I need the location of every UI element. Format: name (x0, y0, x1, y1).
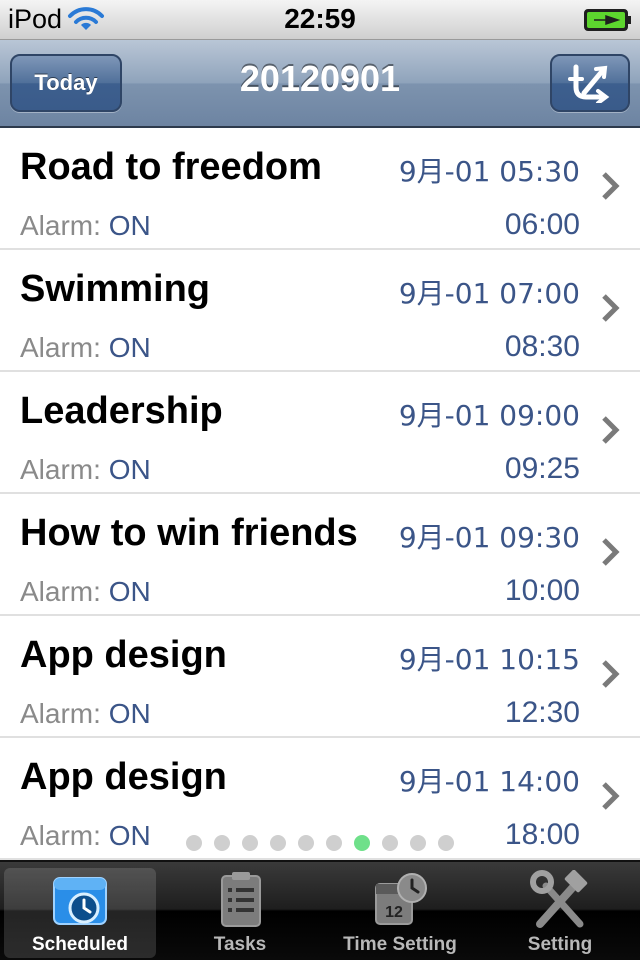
page-title: 20120901 (239, 58, 401, 99)
battery-charging-icon (584, 9, 631, 31)
alarm-label: Alarm: (20, 210, 101, 241)
item-start-time: 9月-01 05:30 (398, 155, 580, 188)
item-alarm: Alarm: ON (20, 332, 151, 364)
tab-label: Setting (527, 934, 593, 955)
item-start-time: 9月-01 07:00 (398, 277, 580, 310)
tab-setting[interactable]: Setting (480, 862, 640, 960)
item-title: How to win friends (20, 512, 358, 554)
item-start-time: 9月-01 14:00 (398, 765, 580, 798)
item-title: Leadership (20, 390, 223, 432)
tab-bar: Scheduled Tasks 12 Time Setting Setting (0, 860, 640, 960)
item-alarm: Alarm: ON (20, 820, 151, 852)
alarm-value: ON (108, 820, 151, 851)
item-title: Road to freedom (20, 146, 322, 188)
list-item[interactable]: How to win friends 9月-01 09:30 Alarm: ON… (0, 494, 640, 616)
tab-time-setting[interactable]: 12 Time Setting (320, 862, 480, 960)
page-dot (410, 835, 426, 851)
today-button[interactable]: Today (10, 54, 122, 112)
tab-label: Tasks (213, 934, 267, 955)
item-end-time: 10:00 (504, 574, 580, 607)
page-dot (242, 835, 258, 851)
page-dot (298, 835, 314, 851)
shuffle-icon (568, 64, 610, 103)
tab-label: Time Setting (343, 934, 457, 955)
chevron-right-icon (602, 660, 620, 688)
page-dot (382, 835, 398, 851)
hammer-wrench-icon (530, 870, 588, 928)
page-dot (214, 835, 230, 851)
alarm-value: ON (108, 210, 151, 241)
alarm-label: Alarm: (20, 698, 101, 729)
alarm-label: Alarm: (20, 332, 101, 363)
page-dot-active (354, 835, 370, 851)
tab-scheduled[interactable]: Scheduled (0, 862, 160, 960)
item-alarm: Alarm: ON (20, 576, 151, 608)
page-indicator[interactable] (186, 835, 454, 853)
status-time: 22:59 (284, 3, 356, 34)
item-start-time: 9月-01 09:30 (398, 521, 580, 554)
item-end-time: 18:00 (504, 818, 580, 851)
tab-label: Scheduled (31, 934, 129, 955)
item-alarm: Alarm: ON (20, 454, 151, 486)
alarm-value: ON (108, 332, 151, 363)
svg-text:12: 12 (385, 904, 403, 921)
page-dot (326, 835, 342, 851)
item-title: Swimming (20, 268, 211, 310)
alarm-value: ON (108, 698, 151, 729)
chevron-right-icon (602, 416, 620, 444)
calendar-clock-icon: 12 (375, 873, 427, 925)
chevron-right-icon (602, 172, 620, 200)
tab-tasks[interactable]: Tasks (160, 862, 320, 960)
schedule-list: Road to freedom 9月-01 05:30 Alarm: ON 06… (0, 128, 640, 860)
item-end-time: 08:30 (504, 330, 580, 363)
chevron-right-icon (602, 538, 620, 566)
switch-view-button[interactable] (550, 54, 630, 112)
alarm-label: Alarm: (20, 820, 101, 851)
item-title: App design (20, 756, 227, 798)
clock-calendar-icon (53, 877, 107, 925)
chevron-right-icon (602, 294, 620, 322)
clipboard-list-icon (221, 872, 261, 927)
item-end-time: 06:00 (504, 208, 580, 241)
page-dot (438, 835, 454, 851)
list-item[interactable]: Swimming 9月-01 07:00 Alarm: ON 08:30 (0, 250, 640, 372)
item-alarm: Alarm: ON (20, 698, 151, 730)
item-alarm: Alarm: ON (20, 210, 151, 242)
alarm-label: Alarm: (20, 454, 101, 485)
chevron-right-icon (602, 782, 620, 810)
list-item[interactable]: Road to freedom 9月-01 05:30 Alarm: ON 06… (0, 128, 640, 250)
item-start-time: 9月-01 10:15 (398, 643, 580, 676)
alarm-label: Alarm: (20, 576, 101, 607)
page-dot (186, 835, 202, 851)
status-bar: iPod 22:59 (0, 0, 640, 40)
alarm-value: ON (108, 454, 151, 485)
alarm-value: ON (108, 576, 151, 607)
navigation-bar: Today 20120901 (0, 40, 640, 128)
item-title: App design (20, 634, 227, 676)
list-item[interactable]: App design 9月-01 10:15 Alarm: ON 12:30 (0, 616, 640, 738)
item-end-time: 09:25 (504, 452, 580, 485)
list-item[interactable]: Leadership 9月-01 09:00 Alarm: ON 09:25 (0, 372, 640, 494)
page-dot (270, 835, 286, 851)
item-start-time: 9月-01 09:00 (398, 399, 580, 432)
item-end-time: 12:30 (504, 696, 580, 729)
